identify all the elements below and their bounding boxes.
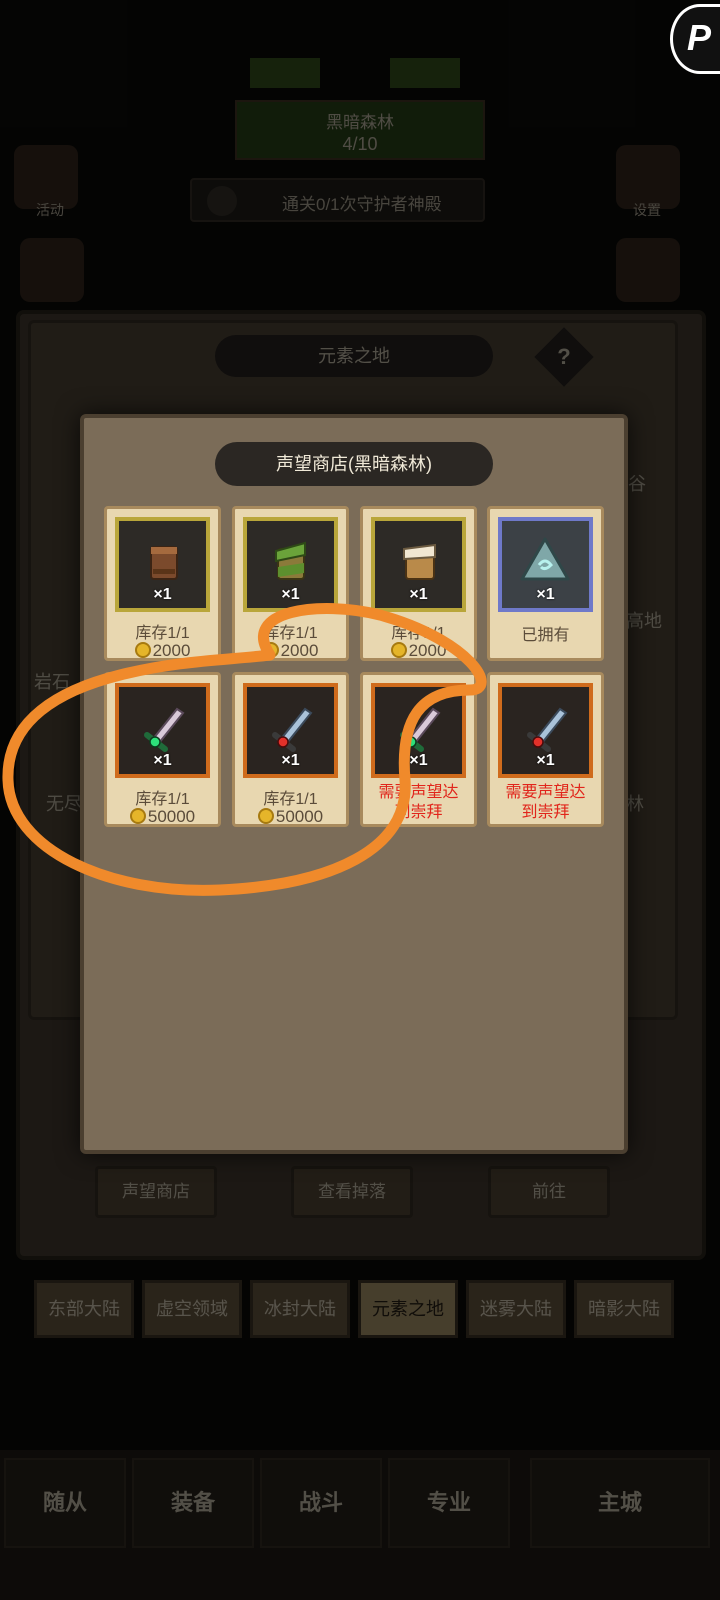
gold-coin-icon (262, 642, 279, 658)
item-frame: ×1 (115, 683, 210, 778)
gold-coin-icon (257, 808, 274, 824)
item-frame: ×1 (498, 683, 593, 778)
item-owned-status: 已拥有 (521, 627, 570, 644)
settings-label: 设置 (633, 202, 661, 218)
peek-text-5: 林 (626, 794, 644, 814)
peek-text-1: 岩石 (34, 672, 70, 692)
top-tab-right (390, 58, 460, 88)
item-price: 50000 (235, 807, 346, 827)
quest-text: 通关0/1次守护者神殿 (282, 195, 442, 214)
shop-item-card[interactable]: ×1 需要声望达 到崇拜 (487, 672, 604, 827)
nav-followers[interactable]: 随从 (4, 1458, 126, 1548)
map-progress: 4/10 (342, 134, 378, 154)
item-qty: ×1 (409, 752, 428, 769)
item-stock: 库存1/1 (263, 625, 318, 642)
view-drops-button[interactable]: 查看掉落 (291, 1166, 413, 1218)
shop-item-card[interactable]: ×1 库存1/1 50000 (104, 672, 221, 827)
quest-bar[interactable]: 通关0/1次守护者神殿 (190, 178, 485, 222)
help-icon[interactable]: ? (543, 336, 585, 378)
shop-item-card[interactable]: ×1 库存1/1 2000 (232, 506, 349, 661)
tab-mist-continent[interactable]: 迷雾大陆 (466, 1280, 566, 1338)
region-title: 元素之地 (215, 335, 493, 377)
item-price: 2000 (107, 641, 218, 661)
nav-profession[interactable]: 专业 (388, 1458, 510, 1548)
shop-item-card[interactable]: ×1 已拥有 (487, 506, 604, 661)
item-frame: ×1 (243, 517, 338, 612)
side-icon-right-2[interactable] (616, 238, 680, 302)
peek-text-3: 高地 (626, 611, 662, 631)
activity-label: 活动 (36, 202, 64, 218)
map-name: 黑暗森林 (326, 113, 394, 132)
continent-tabs: 东部大陆 虚空领域 冰封大陆 元素之地 迷雾大陆 暗影大陆 (34, 1280, 686, 1338)
shop-item-card[interactable]: ×1 需要声望达 到崇拜 (360, 672, 477, 827)
item-price: 50000 (107, 807, 218, 827)
quest-icon (207, 186, 237, 216)
item-requirement: 需要声望达 到崇拜 (505, 784, 586, 821)
item-frame: ×1 (243, 683, 338, 778)
p-logo-icon: P (687, 17, 712, 58)
item-stock: 库存1/1 (135, 791, 190, 808)
tab-void-realm[interactable]: 虚空领域 (142, 1280, 242, 1338)
item-stock: 库存1/1 (135, 625, 190, 642)
map-progress-bar[interactable]: 黑暗森林 4/10 (235, 100, 485, 160)
peek-text-4: 谷 (628, 474, 646, 494)
shop-item-card[interactable]: ×1 库存1/1 50000 (232, 672, 349, 827)
item-frame: ×1 (371, 517, 466, 612)
item-price: 2000 (235, 641, 346, 661)
side-icon-left-2[interactable] (20, 238, 84, 302)
item-qty: ×1 (409, 586, 428, 603)
item-frame: ×1 (498, 517, 593, 612)
item-qty: ×1 (153, 586, 172, 603)
peek-text-2: 无尽 (46, 794, 82, 814)
item-stock: 库存1/1 (263, 791, 318, 808)
item-qty: ×1 (536, 586, 555, 603)
item-stock: 库存1/1 (391, 625, 446, 642)
gold-coin-icon (134, 642, 151, 658)
gold-coin-icon (129, 808, 146, 824)
item-requirement: 需要声望达 到崇拜 (378, 784, 459, 821)
nav-equipment[interactable]: 装备 (132, 1458, 254, 1548)
shop-item-card[interactable]: ×1 库存1/1 2000 (104, 506, 221, 661)
reputation-shop-button[interactable]: 声望商店 (95, 1166, 217, 1218)
item-qty: ×1 (536, 752, 555, 769)
shop-item-card[interactable]: ×1 库存1/1 2000 (360, 506, 477, 661)
item-qty: ×1 (281, 586, 300, 603)
item-qty: ×1 (281, 752, 300, 769)
item-frame: ×1 (115, 517, 210, 612)
tab-shadow-continent[interactable]: 暗影大陆 (574, 1280, 674, 1338)
shop-title: 声望商店(黑暗森林) (215, 442, 493, 486)
gold-coin-icon (390, 642, 407, 658)
tab-frozen-continent[interactable]: 冰封大陆 (250, 1280, 350, 1338)
top-tab-left (250, 58, 320, 88)
item-frame: ×1 (371, 683, 466, 778)
go-button[interactable]: 前往 (488, 1166, 610, 1218)
nav-main-city[interactable]: 主城 (530, 1458, 710, 1548)
item-qty: ×1 (153, 752, 172, 769)
tab-elemental-land[interactable]: 元素之地 (358, 1280, 458, 1338)
tab-eastern-continent[interactable]: 东部大陆 (34, 1280, 134, 1338)
nav-battle[interactable]: 战斗 (260, 1458, 382, 1548)
item-price: 2000 (363, 641, 474, 661)
